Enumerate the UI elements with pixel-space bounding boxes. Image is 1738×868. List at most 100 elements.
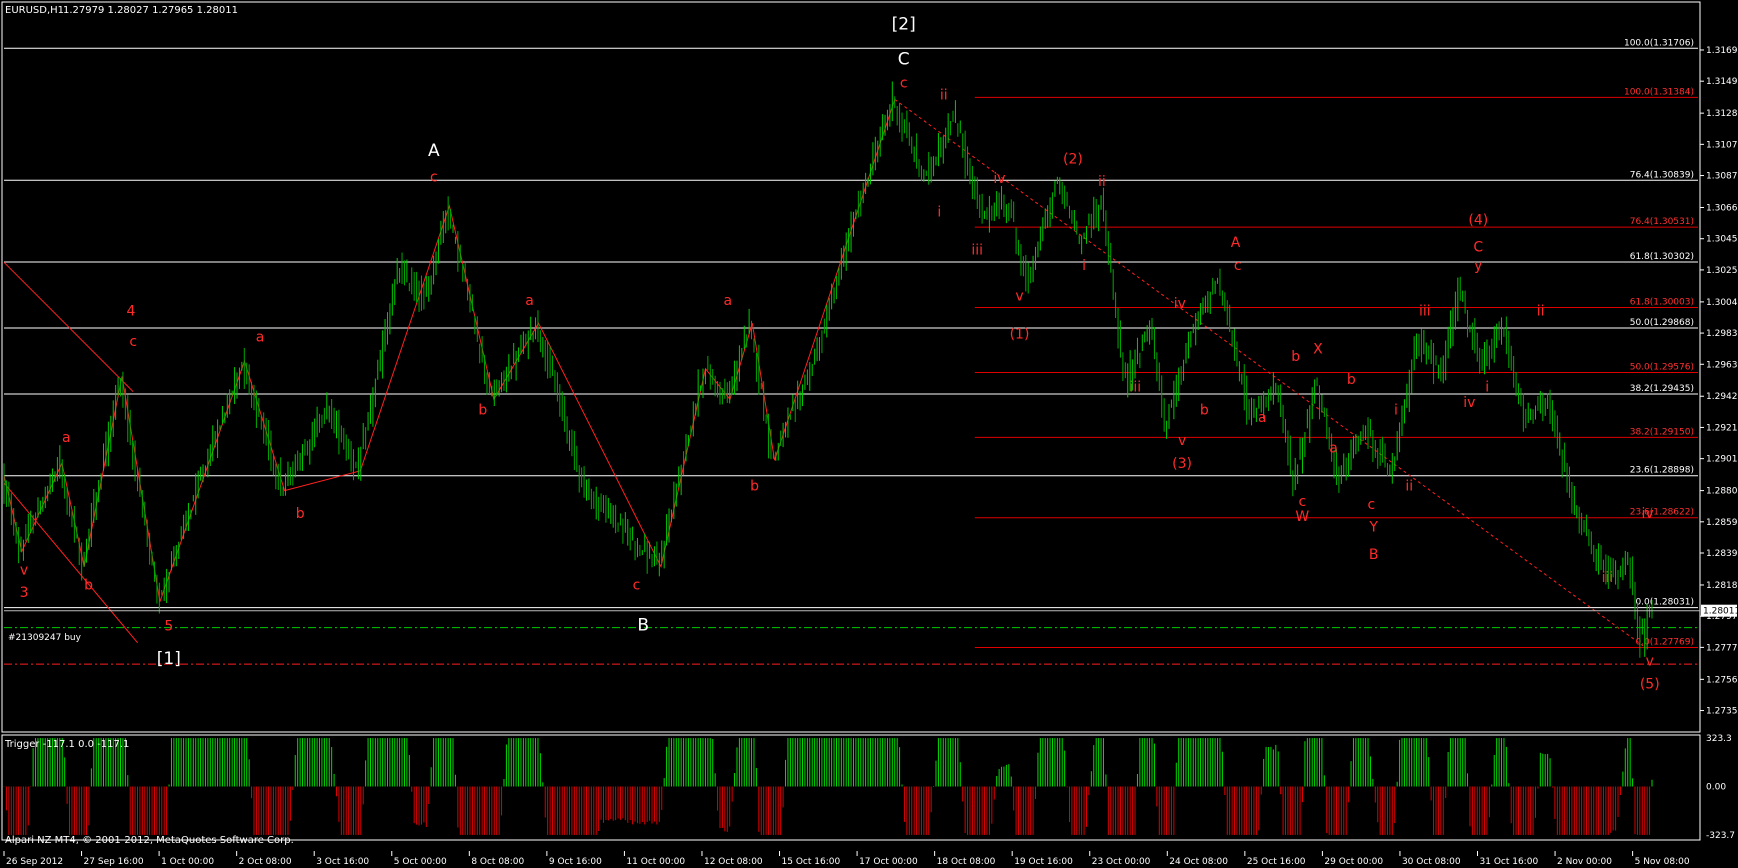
- time-tick-label: 19 Oct 16:00: [1014, 857, 1073, 867]
- wave-label-red: ii: [940, 87, 948, 103]
- time-tick-label: 11 Oct 00:00: [626, 857, 685, 867]
- time-tick-label: 18 Oct 08:00: [937, 857, 996, 867]
- fib-white-label: 76.4(1.30839): [1630, 170, 1694, 180]
- wave-label-red: b: [1291, 349, 1300, 365]
- time-tick-label: 17 Oct 00:00: [859, 857, 918, 867]
- price-tick-label: 1.29630: [1706, 360, 1738, 370]
- price-tick-label: 1.31075: [1706, 140, 1738, 150]
- wave-label-red: W: [1295, 509, 1309, 525]
- price-tick-label: 1.28800: [1706, 487, 1738, 497]
- wave-label-white: [1]: [157, 649, 181, 669]
- time-tick-label: 15 Oct 16:00: [782, 857, 841, 867]
- wave-label-red: (3): [1172, 456, 1192, 472]
- time-tick-label: 5 Nov 08:00: [1635, 857, 1690, 867]
- wave-label-white: B: [637, 616, 649, 636]
- time-tick-label: 8 Oct 08:00: [471, 857, 524, 867]
- time-tick-label: 26 Sep 2012: [6, 857, 63, 867]
- time-tick-label: 25 Oct 16:00: [1247, 857, 1306, 867]
- oscillator-tick-label: 0.00: [1706, 783, 1726, 793]
- wave-label-red: i: [1485, 380, 1489, 396]
- price-tick-label: 1.29010: [1706, 455, 1738, 465]
- wave-label-red: i: [1082, 258, 1086, 274]
- order-label[interactable]: #21309247 buy: [8, 633, 82, 643]
- trigger-oscillator: 323.3 0.00 -323.7: [1, 734, 1735, 841]
- wave-label-red: a: [1258, 410, 1267, 426]
- time-tick-label: 9 Oct 16:00: [549, 857, 602, 867]
- wave-label-red: c: [129, 334, 137, 350]
- time-tick-label: 24 Oct 08:00: [1169, 857, 1228, 867]
- wave-label-red: iv: [1174, 296, 1186, 312]
- wave-label-red: A: [1231, 235, 1241, 251]
- chart-canvas[interactable]: 100.0(1.31706) 76.4(1.30839) 61.8(1.30302)…: [0, 0, 1738, 868]
- wave-label-red: c: [1299, 494, 1307, 510]
- wave-label-red: B: [1369, 547, 1379, 563]
- wave-label-red: (1): [1010, 326, 1030, 342]
- fib-red-label: 50.0(1.29576): [1630, 362, 1694, 372]
- wave-label-red: a: [525, 293, 534, 309]
- wave-label-red: X: [1313, 342, 1323, 358]
- wave-label-red: a: [256, 329, 265, 345]
- wave-label-red: v: [1646, 654, 1654, 670]
- wave-label-red: Y: [1368, 520, 1378, 536]
- wave-label-white: [2]: [892, 14, 916, 34]
- oscillator-title: Trigger -117.1 0.0 -117.1: [4, 739, 129, 750]
- fib-white-label: 38.2(1.29435): [1630, 384, 1694, 394]
- wave-label-red: iii: [1129, 380, 1141, 396]
- channel-upper: [3, 261, 134, 393]
- time-tick-label: 23 Oct 00:00: [1092, 857, 1151, 867]
- symbol-timeframe-label: EURUSD,H1: [5, 5, 64, 16]
- wave-label-red: c: [633, 578, 641, 594]
- fib-white-label: 0.0(1.28031): [1635, 598, 1694, 608]
- time-tick-label: 2 Oct 08:00: [239, 857, 292, 867]
- copyright-label: Alpari NZ MT4, © 2001-2012, MetaQuotes S…: [5, 835, 294, 846]
- price-tick-label: 1.27770: [1706, 643, 1738, 653]
- time-tick-label: 31 Oct 16:00: [1480, 857, 1539, 867]
- time-tick-label: 30 Oct 08:00: [1402, 857, 1461, 867]
- time-tick-label: 2 Nov 00:00: [1557, 857, 1612, 867]
- price-tick-label: 1.28595: [1706, 518, 1738, 528]
- main-price-panel[interactable]: [2, 2, 1524, 732]
- fib-red-label: 61.8(1.30003): [1630, 298, 1694, 308]
- wave-label-red: (4): [1468, 212, 1488, 228]
- price-tick-label: 1.27355: [1706, 707, 1738, 717]
- wave-label-red: y: [1474, 258, 1482, 274]
- wave-label-red: 5: [164, 619, 173, 635]
- price-tick-label: 1.29420: [1706, 392, 1738, 402]
- time-tick-label: 12 Oct 08:00: [704, 857, 763, 867]
- wave-label-red: a: [1329, 441, 1338, 457]
- wave-label-red: a: [723, 293, 732, 309]
- wave-label-red: c: [900, 75, 908, 91]
- wave-label-white: A: [428, 141, 440, 161]
- oscillator-tick-label: 323.3: [1706, 734, 1732, 744]
- price-tick-label: 1.31695: [1706, 46, 1738, 56]
- wave-label-red: (5): [1640, 676, 1660, 692]
- wave-label-red: (2): [1063, 151, 1083, 167]
- price-tick-label: 1.30250: [1706, 266, 1738, 276]
- wave-label-red: iii: [971, 243, 983, 259]
- fib-white-label: 23.6(1.28898): [1630, 466, 1694, 476]
- wave-label-red: b: [750, 479, 759, 495]
- wave-label-red: i: [937, 205, 941, 221]
- price-tick-label: 1.30660: [1706, 204, 1738, 214]
- wave-label-red: 4: [126, 304, 135, 320]
- current-price-label: 1.28011: [1703, 607, 1738, 617]
- price-tick-label: 1.30455: [1706, 235, 1738, 245]
- wave-label-red: b: [1200, 403, 1209, 419]
- price-tick-label: 1.30870: [1706, 172, 1738, 182]
- price-axis: 1.31695 1.31490 1.31280 1.31075 1.30870 1.306…: [1, 1, 1738, 733]
- wave-label-red: C: [1473, 240, 1483, 256]
- wave-label-red: iii: [1419, 304, 1431, 320]
- time-tick-label: 27 Sep 16:00: [84, 857, 144, 867]
- time-tick-label: 29 Oct 00:00: [1324, 857, 1383, 867]
- price-tick-label: 1.29215: [1706, 423, 1738, 433]
- wave-label-red: c: [1368, 497, 1376, 513]
- price-tick-label: 1.27560: [1706, 675, 1738, 685]
- wave-label-red: b: [296, 506, 305, 522]
- wave-label-red: b: [1347, 372, 1356, 388]
- price-tick-label: 1.29835: [1706, 329, 1738, 339]
- wave-label-red: v: [20, 562, 28, 578]
- ohlc-readout: 1.27979 1.28027 1.27965 1.28011: [63, 5, 238, 16]
- wave-label-red: ii: [1405, 479, 1413, 495]
- fib-white-label: 50.0(1.29868): [1630, 318, 1694, 328]
- price-tick-label: 1.30040: [1706, 298, 1738, 308]
